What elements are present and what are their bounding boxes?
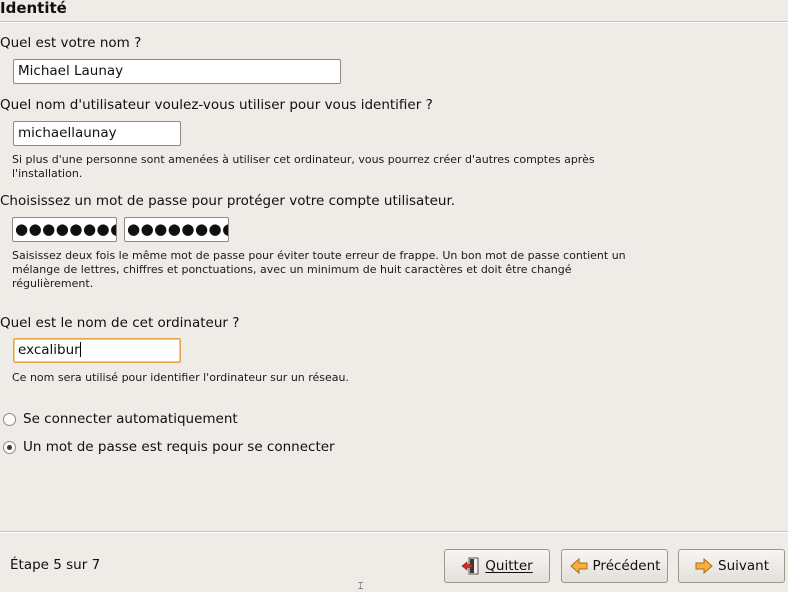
computer-name-field[interactable]: excalibur — [13, 338, 181, 363]
header-divider — [0, 21, 788, 23]
password-hint-line3: régulièrement. — [12, 277, 94, 290]
next-label: Suivant — [718, 558, 769, 574]
text-caret — [79, 342, 81, 357]
password-hint-line2: mélange de lettres, chiffres et ponctuat… — [12, 263, 572, 276]
password-login-radio[interactable] — [3, 440, 16, 454]
username-hint-line2: l'installation. — [12, 167, 83, 180]
password-question: Choisissez un mot de passe pour protéger… — [0, 193, 456, 209]
username-question: Quel nom d'utilisateur voulez-vous utili… — [0, 97, 433, 113]
quit-button[interactable]: Quitter — [444, 549, 550, 583]
computer-name-hint: Ce nom sera utilisé pour identifier l'or… — [12, 371, 350, 384]
mouse-pointer-icon: ⌶ — [358, 582, 364, 592]
quit-label: Quitter — [485, 558, 533, 574]
exit-door-icon — [461, 556, 481, 576]
auto-login-radio[interactable] — [3, 412, 16, 426]
next-button[interactable]: Suivant — [678, 549, 785, 583]
auto-login-label: Se connecter automatiquement — [23, 411, 238, 427]
arrow-right-icon — [694, 556, 714, 576]
footer-divider — [0, 531, 788, 533]
arrow-left-icon — [569, 556, 589, 576]
username-field[interactable]: michaellaunay — [13, 121, 181, 146]
step-indicator: Étape 5 sur 7 — [10, 557, 101, 573]
auto-login-option[interactable]: Se connecter automatiquement — [3, 411, 238, 427]
previous-button[interactable]: Précédent — [561, 549, 668, 583]
name-field[interactable]: Michael Launay — [13, 59, 341, 84]
password-login-option[interactable]: Un mot de passe est requis pour se conne… — [3, 439, 335, 455]
name-question: Quel est votre nom ? — [0, 35, 142, 51]
password-hint-line1: Saisissez deux fois le même mot de passe… — [12, 249, 626, 262]
computer-name-question: Quel est le nom de cet ordinateur ? — [0, 315, 240, 331]
page-title: Identité — [0, 0, 67, 17]
password-login-label: Un mot de passe est requis pour se conne… — [23, 439, 335, 455]
password-field[interactable]: ●●●●●●●● — [12, 217, 117, 242]
computer-name-value: excalibur — [18, 342, 80, 358]
username-hint-line1: Si plus d'une personne sont amenées à ut… — [12, 153, 595, 166]
previous-label: Précédent — [592, 558, 661, 574]
password-confirm-field[interactable]: ●●●●●●●● — [124, 217, 229, 242]
